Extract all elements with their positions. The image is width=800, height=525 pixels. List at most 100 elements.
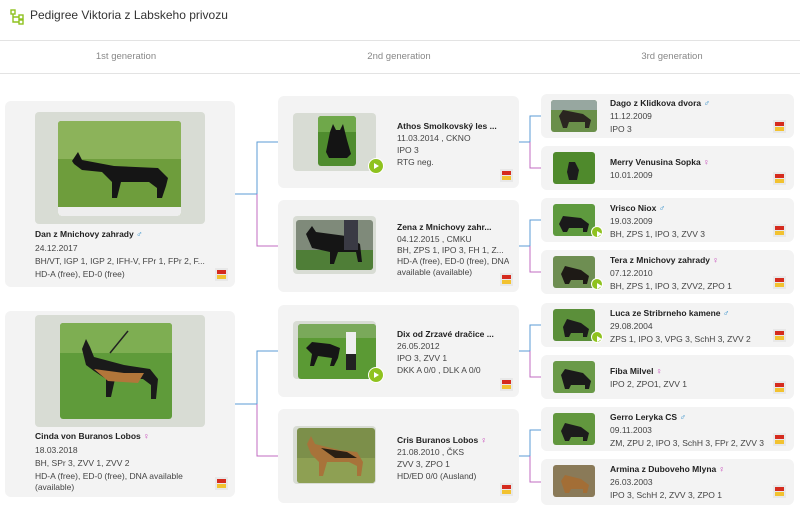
- dog-name[interactable]: Cris Buranos Lobos ♀: [397, 435, 509, 445]
- dog-name[interactable]: Luca ze Stribrneho kamene ♂: [610, 308, 790, 318]
- dog-birth-date: 26.03.2003: [610, 477, 653, 487]
- male-icon: ♂: [679, 412, 686, 422]
- dog-photo[interactable]: [296, 220, 373, 270]
- gen3-dog-card[interactable]: Merry Venusina Sopka ♀ 10.01.2009: [541, 146, 794, 190]
- video-play-icon[interactable]: [368, 367, 384, 383]
- dog-name[interactable]: Dago z Klidkova dvora ♂: [610, 98, 790, 108]
- dog-titles: IPO 3, SchH 2, ZVV 3, ZPO 1: [610, 490, 722, 500]
- video-play-icon[interactable]: [368, 158, 384, 174]
- dog-photo[interactable]: [553, 361, 595, 393]
- connector-line: [529, 142, 541, 169]
- dog-birth-date: 29.08.2004: [610, 321, 653, 331]
- flag-icon: [500, 273, 513, 286]
- connector-line: [519, 219, 541, 247]
- flag-icon: [500, 378, 513, 391]
- dog-photo[interactable]: [318, 116, 356, 166]
- female-icon: ♀: [718, 464, 726, 474]
- dog-name[interactable]: Dan z Mnichovy zahrady ♂: [35, 229, 225, 239]
- dog-photo[interactable]: [553, 413, 595, 445]
- dog-photo[interactable]: [553, 465, 595, 497]
- flag-icon: [500, 483, 513, 496]
- video-play-icon[interactable]: [591, 226, 603, 238]
- gen3-dog-card[interactable]: Fiba Milvel ♀ IPO 2, ZPO1, ZVV 1: [541, 355, 794, 399]
- dog-birth-date: 21.08.2010 , ČKS: [397, 447, 465, 457]
- dog-titles: ZVV 3, ZPO 1: [397, 459, 450, 469]
- dog-name[interactable]: Vrisco Niox ♂: [610, 203, 790, 213]
- dog-health: HD-A (free), ED-0 (free): [35, 269, 125, 279]
- dog-titles: IPO 3, ZVV 1: [397, 353, 448, 363]
- female-icon: ♀: [703, 157, 710, 167]
- dog-titles: ZM, ZPU 2, IPO 3, SchH 3, FPr 2, ZVV 3: [610, 438, 764, 448]
- dog-name[interactable]: Armina z Duboveho Mlyna ♀: [610, 464, 790, 474]
- dog-titles: IPO 2, ZPO1, ZVV 1: [610, 379, 687, 389]
- gen1-dog-card-sire[interactable]: Dan z Mnichovy zahrady ♂ 24.12.2017 BH/V…: [5, 101, 235, 287]
- dog-photo[interactable]: [553, 204, 595, 236]
- dog-birth-date: 11.12.2009: [610, 111, 652, 121]
- flag-icon: [773, 381, 786, 394]
- female-icon: ♀: [655, 366, 663, 376]
- connector-line: [529, 246, 541, 273]
- dog-titles: BH, ZPS 1, IPO 3, ZVV2, ZPO 1: [610, 281, 732, 291]
- flag-icon: [215, 477, 228, 490]
- gen1-dog-card-dam[interactable]: Cinda von Buranos Lobos ♀ 18.03.2018 BH,…: [5, 311, 235, 497]
- dog-birth-date: 19.03.2009: [610, 216, 653, 226]
- flag-icon: [773, 120, 786, 133]
- dog-titles: BH/VT, IGP 1, IGP 2, IFH-V, FPr 1, FPr 2…: [35, 256, 205, 266]
- flag-icon: [773, 276, 786, 289]
- connector-line: [235, 141, 278, 195]
- dog-health: HD/ED 0/0 (Ausland): [397, 471, 477, 481]
- female-icon: ♀: [480, 435, 487, 445]
- flag-icon: [500, 169, 513, 182]
- dog-titles: IPO 3: [610, 124, 632, 134]
- gen3-dog-card[interactable]: Armina z Duboveho Mlyna ♀ 26.03.2003 IPO…: [541, 459, 794, 505]
- dog-name[interactable]: Cinda von Buranos Lobos ♀: [35, 431, 225, 441]
- dog-photo[interactable]: [553, 256, 595, 288]
- dog-name[interactable]: Merry Venusina Sopka ♀: [610, 157, 790, 167]
- gen2-dog-card[interactable]: Zena z Mnichovy zahr... 04.12.2015 , CMK…: [278, 200, 519, 292]
- gen2-dog-card[interactable]: Dix od Zrzavé dračice ... 26.05.2012 IPO…: [278, 305, 519, 397]
- dog-name[interactable]: Gerro Leryka CS ♂: [610, 412, 790, 422]
- dog-titles: BH, ZPS 1, IPO 3, FH 1, Z...: [397, 245, 504, 255]
- connector-line: [235, 350, 278, 405]
- dog-photo[interactable]: [551, 100, 597, 132]
- dog-photo[interactable]: [297, 428, 375, 483]
- dog-birth-date: 09.11.2003: [610, 425, 652, 435]
- video-play-icon[interactable]: [591, 331, 603, 343]
- dog-name[interactable]: Athos Smolkovský les ...: [397, 121, 509, 131]
- dog-photo[interactable]: [58, 121, 181, 216]
- gen3-dog-card[interactable]: Luca ze Stribrneho kamene ♂ 29.08.2004 Z…: [541, 303, 794, 347]
- gen3-dog-card[interactable]: Gerro Leryka CS ♂ 09.11.2003 ZM, ZPU 2, …: [541, 407, 794, 451]
- female-icon: ♀: [143, 431, 150, 441]
- connector-line: [256, 404, 278, 457]
- dog-birth-date: 04.12.2015 , CMKU: [397, 234, 472, 244]
- connector-line: [519, 115, 541, 143]
- flag-icon: [773, 224, 786, 237]
- gen2-dog-card[interactable]: Cris Buranos Lobos ♀ 21.08.2010 , ČKS ZV…: [278, 409, 519, 503]
- dog-photo[interactable]: [553, 309, 595, 341]
- dog-photo[interactable]: [60, 323, 172, 419]
- connector-line: [529, 456, 541, 483]
- dog-photo[interactable]: [553, 152, 595, 184]
- dog-birth-date: 24.12.2017: [35, 243, 78, 253]
- connector-line: [256, 194, 278, 247]
- connector-line: [529, 351, 541, 378]
- video-play-icon[interactable]: [591, 278, 603, 290]
- dog-health: DKK A 0/0 , DLK A 0/0: [397, 365, 481, 375]
- dog-birth-date: 26.05.2012: [397, 341, 440, 351]
- gen3-dog-card[interactable]: Vrisco Niox ♂ 19.03.2009 BH, ZPS 1, IPO …: [541, 198, 794, 242]
- male-icon: ♂: [703, 98, 710, 108]
- dog-name[interactable]: Zena z Mnichovy zahr...: [397, 222, 509, 232]
- dog-health: RTG neg.: [397, 157, 434, 167]
- dog-name[interactable]: Dix od Zrzavé dračice ...: [397, 329, 509, 339]
- dog-titles: ZPS 1, IPO 3, VPG 3, SchH 3, ZVV 2: [610, 334, 751, 344]
- male-icon: ♂: [658, 203, 666, 213]
- dog-name[interactable]: Tera z Mnichovy zahrady ♀: [610, 255, 790, 265]
- dog-name[interactable]: Fiba Milvel ♀: [610, 366, 790, 376]
- flag-icon: [773, 329, 786, 342]
- gen2-dog-card[interactable]: Athos Smolkovský les ... 11.03.2014 , CK…: [278, 96, 519, 188]
- gen3-dog-card[interactable]: Tera z Mnichovy zahrady ♀ 07.12.2010 BH,…: [541, 250, 794, 294]
- dog-photo[interactable]: [298, 324, 376, 379]
- dog-birth-date: 11.03.2014 , CKNO: [397, 133, 471, 143]
- gen3-dog-card[interactable]: Dago z Klidkova dvora ♂ 11.12.2009 IPO 3: [541, 94, 794, 138]
- dog-birth-date: 07.12.2010: [610, 268, 653, 278]
